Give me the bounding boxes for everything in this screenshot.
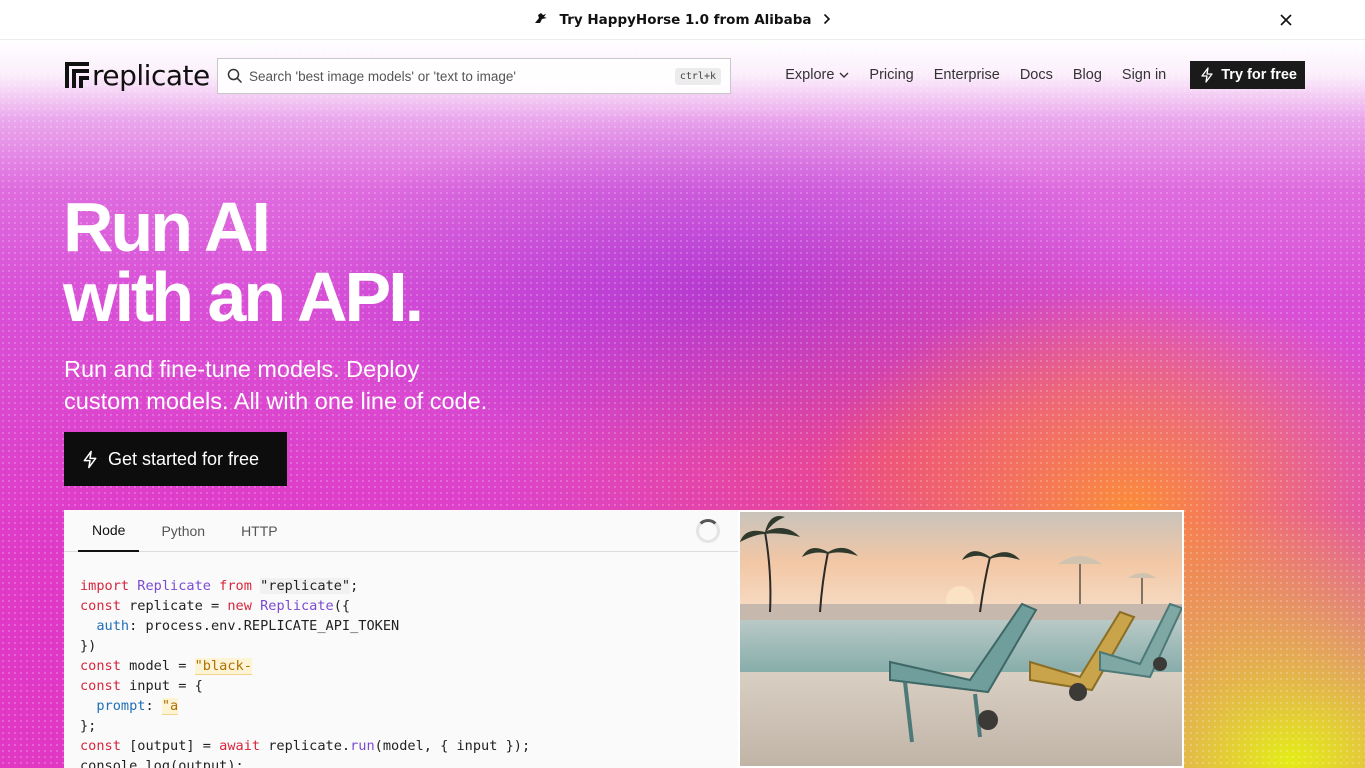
bolt-icon [82,450,98,469]
nav-link-enterprise[interactable]: Enterprise [934,67,1000,83]
code-line-3: auth: process.env.REPLICATE_API_TOKEN [96,618,400,634]
search-icon [227,68,243,84]
announcement-text[interactable]: Try HappyHorse 1.0 from Alibaba [560,12,812,28]
hero-subheadline: Run and fine-tune models. Deploy custom … [64,353,584,417]
loading-spinner [696,519,720,543]
code-line-8: }; [80,718,97,734]
get-started-button[interactable]: Get started for free [64,432,287,486]
nav-link-explore-label: Explore [785,67,835,83]
horse-icon [534,12,548,27]
nav-link-explore[interactable]: Explore [785,67,849,83]
code-line-4: }) [80,638,97,654]
nav-links: Explore Pricing Enterprise Docs Blog Sig… [785,61,1305,89]
subline-line-2: custom models. All with one line of code… [64,388,488,414]
logo-text: replicate [92,58,210,92]
code-line-7: prompt: "a [96,698,179,715]
subline-line-1: Run and fine-tune models. Deploy [64,356,420,382]
get-started-label: Get started for free [108,448,260,469]
code-line-5: const model = "black- [80,658,252,675]
replicate-logo-icon [65,62,89,88]
code-line-9: const [output] = await replicate.run(mod… [80,738,531,754]
logo[interactable]: replicate [64,58,210,92]
tab-http[interactable]: HTTP [227,510,292,552]
nav-link-blog[interactable]: Blog [1073,67,1102,83]
try-for-free-button[interactable]: Try for free [1190,61,1305,89]
search-input[interactable] [249,68,675,84]
headline-line-1: Run AI [63,188,271,266]
tab-python[interactable]: Python [147,510,219,552]
chevron-down-icon [839,72,849,78]
headline-line-2: with an API. [63,258,424,336]
example-output-image [738,510,1184,768]
search-bar[interactable]: ctrl+k [217,58,731,94]
tab-node[interactable]: Node [78,510,140,552]
code-line-1: import Replicate from "replicate"; [80,578,359,594]
close-icon[interactable] [1275,9,1297,31]
top-nav: replicate ctrl+k Explore Pricing Enterpr… [0,40,1365,112]
search-shortcut-badge: ctrl+k [674,67,721,85]
nav-link-sign-in[interactable]: Sign in [1122,67,1166,83]
code-example-card: Node Python HTTP import Replicate from "… [64,510,738,768]
code-line-10: console.log(output); [80,758,244,768]
language-tabs: Node Python HTTP [64,510,738,552]
code-block: import Replicate from "replicate"; const … [80,576,530,768]
beach-pool-image [740,512,1182,766]
try-for-free-label: Try for free [1221,67,1297,83]
code-line-2: const replicate = new Replicate({ [80,598,351,614]
chevron-right-icon [823,11,831,29]
code-line-6: const input = { [80,678,203,694]
announcement-bar[interactable]: Try HappyHorse 1.0 from Alibaba [0,0,1365,40]
bolt-icon [1200,67,1214,83]
nav-link-docs[interactable]: Docs [1020,67,1053,83]
hero-headline: Run AI with an API. [63,188,424,336]
nav-link-pricing[interactable]: Pricing [869,67,913,83]
